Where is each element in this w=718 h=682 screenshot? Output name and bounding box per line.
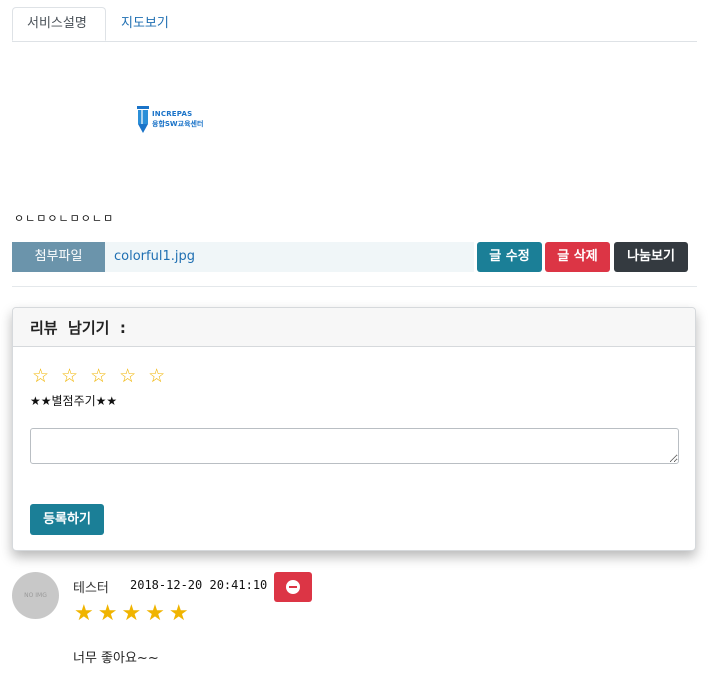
divider	[12, 286, 697, 287]
tab-service-description[interactable]: 서비스설명	[12, 7, 106, 41]
logo-text-center: 융합SW교육센터	[152, 120, 204, 128]
minus-circle-icon	[286, 580, 300, 594]
avatar: NO IMG	[12, 572, 59, 619]
edit-post-button[interactable]: 글 수정	[477, 242, 542, 272]
star-rating-hint: ★★별점주기★★	[30, 394, 118, 408]
star-rating-selector[interactable]: ☆☆☆☆☆	[32, 365, 177, 387]
review-author: 테스터	[73, 581, 109, 596]
attachment-label: 첨부파일	[12, 242, 105, 272]
post-content-text: ㅇㄴㅁㅇㄴㅁㅇㄴㅁ	[14, 212, 115, 225]
pencil-logo-icon	[137, 106, 149, 133]
attachment-file-link[interactable]: colorful1.jpg	[114, 242, 195, 272]
share-view-button[interactable]: 나눔보기	[614, 242, 688, 272]
review-text-input[interactable]	[30, 428, 679, 464]
review-text: 너무 좋아요~~	[73, 651, 159, 666]
logo-text-brand: INCREPAS	[152, 110, 193, 118]
review-form-title: 리뷰 남기기 :	[30, 319, 126, 337]
submit-review-button[interactable]: 등록하기	[30, 504, 104, 535]
tab-map-view[interactable]: 지도보기	[106, 7, 184, 40]
attachment-bar: 첨부파일 colorful1.jpg	[12, 242, 474, 272]
delete-post-button[interactable]: 글 삭제	[545, 242, 610, 272]
delete-review-button[interactable]	[274, 572, 312, 602]
review-rating-stars: ★★★★★	[74, 601, 193, 626]
tab-bar: 서비스설명 지도보기	[12, 7, 697, 42]
review-form-card: 리뷰 남기기 : ☆☆☆☆☆ ★★별점주기★★ 등록하기	[12, 307, 696, 551]
review-date: 2018-12-20 20:41:10	[130, 578, 268, 592]
review-form-header: 리뷰 남기기 :	[13, 308, 695, 347]
increpas-logo: INCREPAS 융합SW교육센터	[136, 104, 216, 134]
